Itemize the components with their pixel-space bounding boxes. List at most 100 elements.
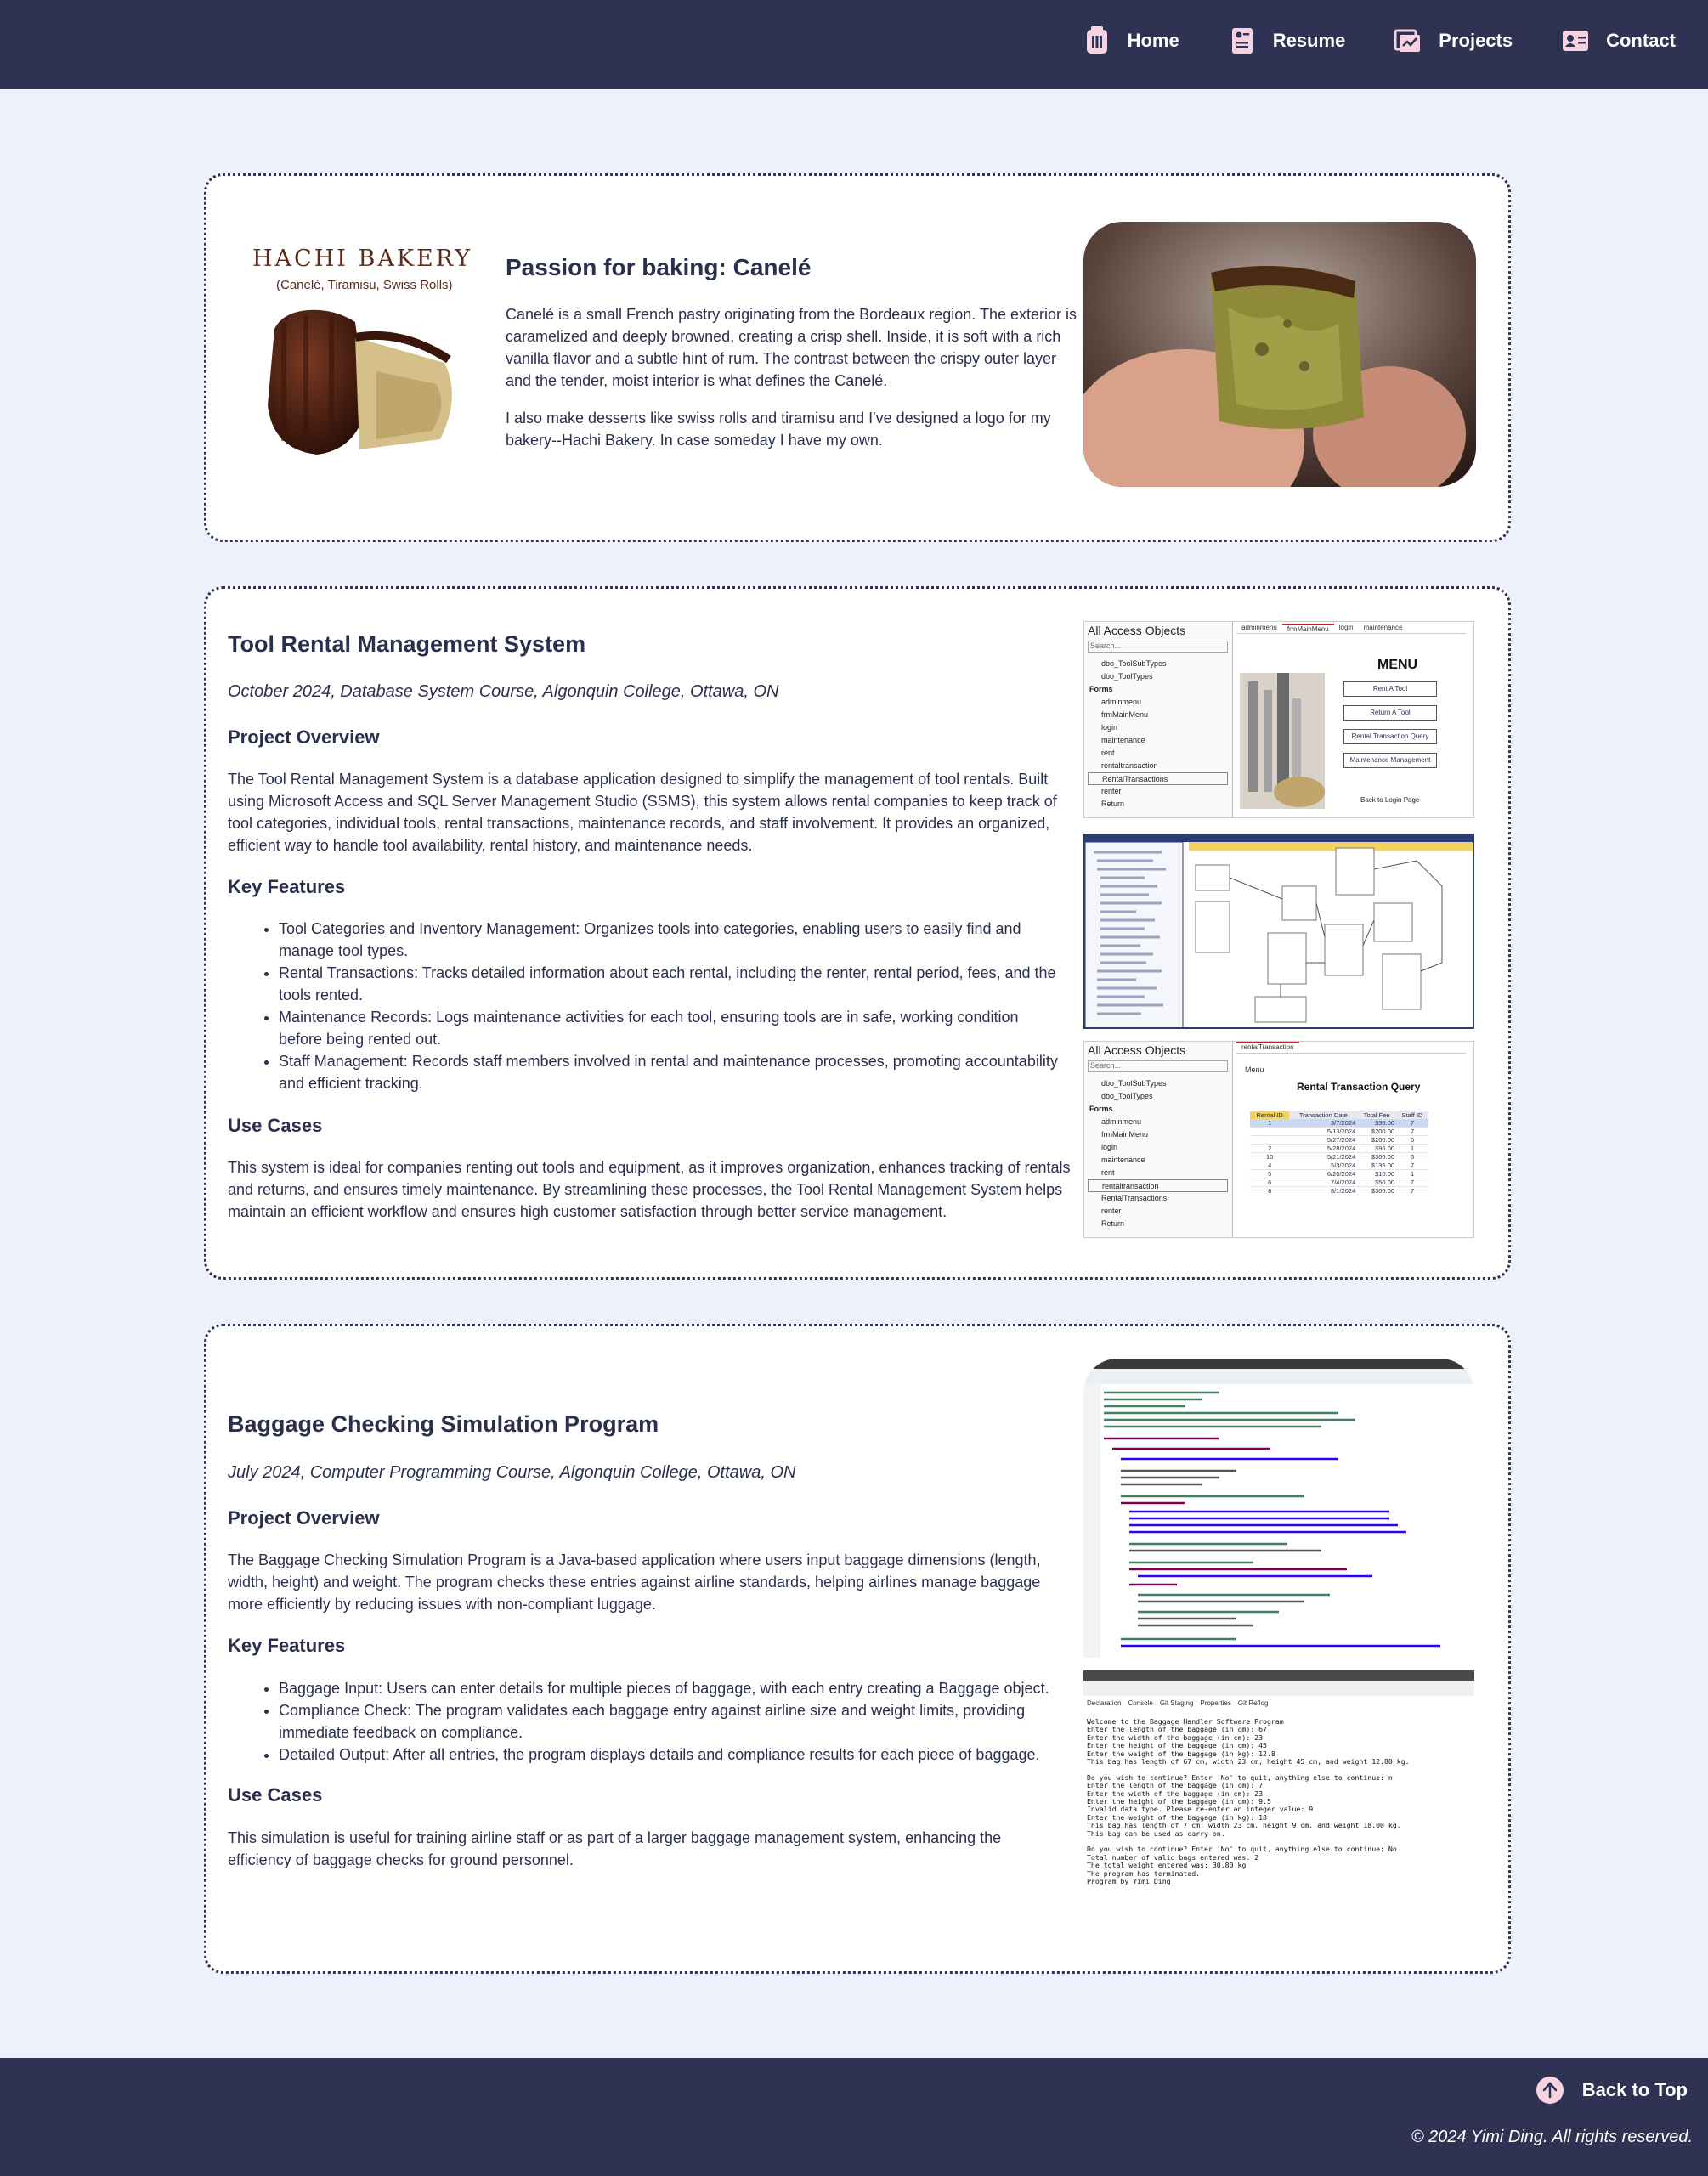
tool-rental-card: Tool Rental Management System October 20… [204, 586, 1511, 1280]
menu-title: MENU [1377, 658, 1418, 672]
tab: Console [1128, 1699, 1153, 1707]
column-header: Rental ID [1250, 1111, 1290, 1119]
back-link: Back to Login Page [1360, 796, 1420, 804]
access-menu-screenshot: All Access Objects Search... dbo_ToolSub… [1083, 621, 1474, 818]
table-cell: 5 [1250, 1169, 1290, 1178]
table-cell: 5/28/2024 [1289, 1144, 1358, 1153]
table-cell: $10.00 [1357, 1169, 1397, 1178]
object-list-item[interactable]: renter [1088, 1205, 1228, 1218]
tab: login [1338, 624, 1354, 631]
object-list: dbo_ToolSubTypes dbo_ToolTypes Forms adminm… [1088, 1077, 1228, 1230]
panel-title: All Access Objects [1088, 624, 1186, 637]
object-list-item[interactable]: dbo_ToolTypes [1088, 670, 1228, 683]
object-list-item[interactable]: dbo_ToolSubTypes [1088, 658, 1228, 670]
object-list-item[interactable]: Return [1088, 1218, 1228, 1230]
object-list-item[interactable]: rent [1088, 1167, 1228, 1179]
object-list-item[interactable]: login [1088, 721, 1228, 734]
table-cell: 6/20/2024 [1289, 1169, 1358, 1178]
object-list-item[interactable]: frmMainMenu [1088, 709, 1228, 721]
table-cell: $200.00 [1357, 1135, 1397, 1145]
table-cell: $135.00 [1357, 1161, 1397, 1170]
baggage-usecases: This simulation is useful for training a… [228, 1829, 1002, 1868]
baking-para-2: I also make desserts like swiss rolls an… [506, 410, 1051, 449]
projects-icon [1393, 25, 1423, 56]
query-table: Rental ID Transaction Date Total Fee Sta… [1250, 1111, 1428, 1195]
object-list-item[interactable]: rentaltransaction [1088, 760, 1228, 772]
object-list-item[interactable]: maintenance [1088, 734, 1228, 747]
object-list-item[interactable]: login [1088, 1141, 1228, 1154]
baking-card: HACHI BAKERY (Canelé, Tiramisu, Swiss Ro… [204, 173, 1511, 542]
nav-contact[interactable]: Contact [1560, 25, 1676, 56]
table-cell: 1 [1250, 1119, 1290, 1128]
baggage-usecases-heading: Use Cases [228, 1784, 323, 1806]
pot-icon [1082, 25, 1112, 56]
canele-image [268, 309, 452, 455]
column-header: Staff ID [1401, 1111, 1423, 1119]
search-box: Search... [1088, 1060, 1228, 1072]
console-line: This bag has length of 67 cm, width 23 c… [1087, 1757, 1410, 1766]
object-list-item[interactable]: adminmenu [1088, 1116, 1228, 1128]
baggage-meta: July 2024, Computer Programming Course, … [228, 1463, 796, 1482]
table-cell: 6 [1250, 1178, 1290, 1187]
ssms-diagram-screenshot [1083, 834, 1474, 1029]
tool-overview-heading: Project Overview [228, 726, 380, 748]
menu-button: Rental Transaction Query [1343, 729, 1437, 744]
hachi-bakery-logo: HACHI BAKERY (Canelé, Tiramisu, Swiss Ro… [252, 230, 470, 298]
menu-link: Menu [1245, 1065, 1264, 1074]
table-cell: 5/27/2024 [1289, 1135, 1358, 1145]
object-list-item[interactable]: adminmenu [1088, 696, 1228, 709]
object-list-item[interactable]: RentalTransactions [1088, 1192, 1228, 1205]
object-list-item[interactable]: Return [1088, 798, 1228, 811]
table-cell: 6 [1396, 1152, 1428, 1161]
nav-contact-label: Contact [1606, 30, 1676, 51]
nav-home-label: Home [1127, 30, 1179, 51]
list-item: Baggage Input: Users can enter details f… [279, 1677, 1069, 1699]
object-list-item[interactable]: Forms [1088, 683, 1228, 696]
table-row: 4 5/3/2024 $135.00 7 [1250, 1161, 1428, 1170]
panel-title: All Access Objects [1088, 1043, 1186, 1057]
tool-features-list: Tool Categories and Inventory Management… [228, 918, 1060, 1094]
table-row: 1 3/7/2024 $36.00 7 [1250, 1119, 1428, 1128]
table-cell: 5/13/2024 [1289, 1127, 1358, 1136]
table-cell [1250, 1127, 1290, 1136]
database-diagram-image [1085, 835, 1473, 1027]
table-cell: 5/21/2024 [1289, 1152, 1358, 1161]
baggage-features-heading: Key Features [228, 1635, 346, 1656]
nav-home[interactable]: Home [1082, 25, 1179, 56]
table-row: 5 6/20/2024 $10.00 1 [1250, 1169, 1428, 1178]
table-cell [1250, 1135, 1290, 1145]
baggage-overview-heading: Project Overview [228, 1507, 380, 1529]
back-to-top-button[interactable]: Back to Top [1536, 2077, 1688, 2104]
object-list-item[interactable]: RentalTransactions [1088, 772, 1228, 785]
tab: Properties [1200, 1699, 1231, 1707]
table-row: 2 5/28/2024 $96.00 1 [1250, 1144, 1428, 1153]
nav-resume[interactable]: Resume [1227, 25, 1345, 56]
object-list-item[interactable]: frmMainMenu [1088, 1128, 1228, 1141]
table-row: 8 8/1/2024 $300.00 7 [1250, 1186, 1428, 1195]
table-row: 10 5/21/2024 $300.00 6 [1250, 1152, 1428, 1161]
object-list-item[interactable]: maintenance [1088, 1154, 1228, 1167]
tool-overview: The Tool Rental Management System is a d… [228, 771, 1057, 854]
object-list-item[interactable]: rentaltransaction [1088, 1179, 1228, 1192]
object-list-item[interactable]: Forms [1088, 1103, 1228, 1116]
console-line: Program by Yimi Ding [1087, 1877, 1171, 1886]
table-cell: 8 [1250, 1186, 1290, 1195]
table-cell: 8/1/2024 [1289, 1186, 1358, 1195]
tool-usecases-heading: Use Cases [228, 1115, 323, 1136]
contact-icon [1560, 25, 1591, 56]
nav-projects[interactable]: Projects [1393, 25, 1513, 56]
tool-usecases: This system is ideal for companies renti… [228, 1159, 1071, 1220]
object-list-item[interactable]: renter [1088, 785, 1228, 798]
object-list-item[interactable]: dbo_ToolTypes [1088, 1090, 1228, 1103]
main-nav: Home Resume Projects Contact [1034, 25, 1676, 56]
table-cell: 2 [1250, 1144, 1290, 1153]
object-list-item[interactable]: rent [1088, 747, 1228, 760]
console-screenshot: Declaration Console Git Staging Properti… [1083, 1670, 1474, 1900]
rental-query-screenshot: All Access Objects Search... dbo_ToolSub… [1083, 1041, 1474, 1238]
copyright: © 2024 Yimi Ding. All rights reserved. [1411, 2128, 1693, 2146]
object-list: dbo_ToolSubTypes dbo_ToolTypes Forms adminm… [1088, 658, 1228, 811]
tool-title: Tool Rental Management System [228, 631, 586, 657]
table-cell: 10 [1250, 1152, 1290, 1161]
object-list-item[interactable]: dbo_ToolSubTypes [1088, 1077, 1228, 1090]
console-output: Welcome to the Baggage Handler Software … [1087, 1717, 1471, 1886]
